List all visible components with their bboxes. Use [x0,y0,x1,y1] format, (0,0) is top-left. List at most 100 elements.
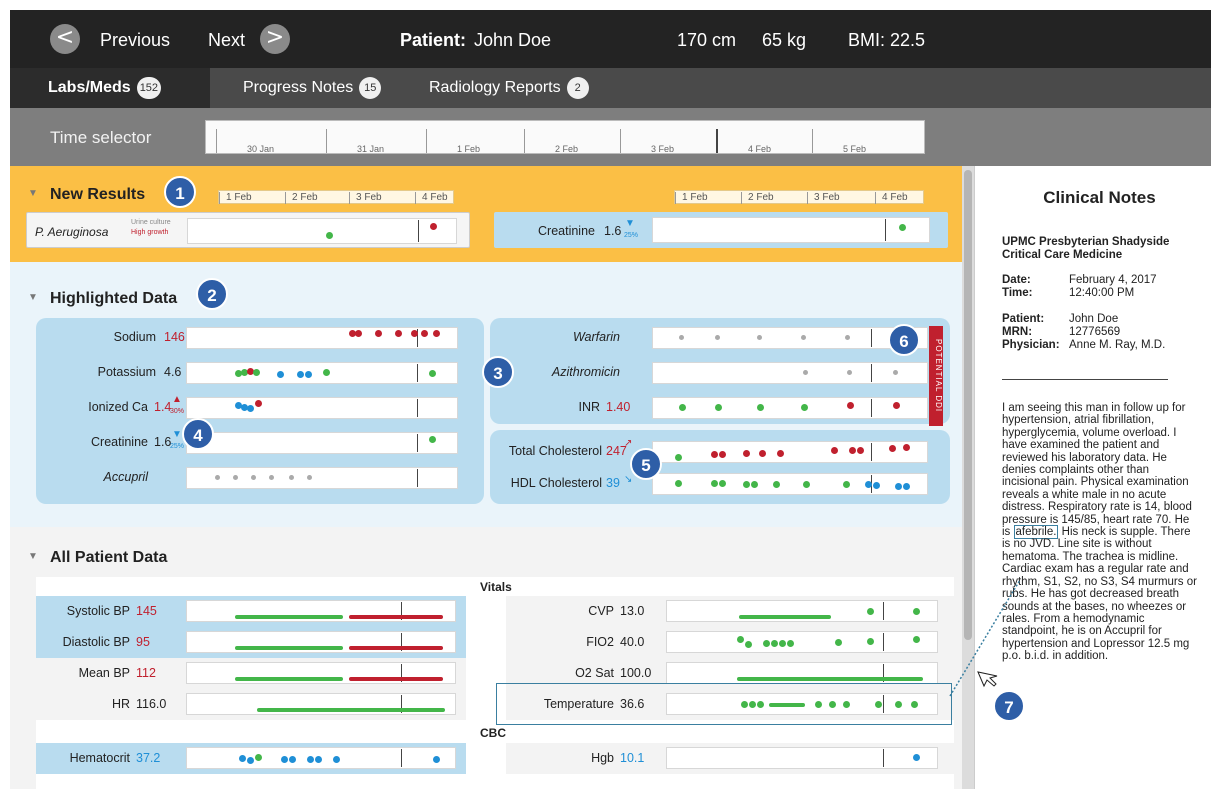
all-row-cvp[interactable]: CVP 13.0 [506,596,954,627]
highlighted-row-inr[interactable]: INR 1.40 [490,394,950,420]
all-row-hematocrit[interactable]: Hematocrit 37.2 [36,743,466,774]
all-row-systolic-bp[interactable]: Systolic BP 145 [36,596,466,627]
vertical-scrollbar[interactable] [962,166,974,789]
row-name: Creatinine [538,224,595,238]
previous-icon[interactable]: < [50,24,80,54]
data-point [215,475,220,480]
row-name: O2 Sat [575,666,614,680]
axis-tick: 4 Feb [415,192,448,204]
data-point [253,369,260,376]
row-value: 100.0 [620,666,652,680]
row-name: HR [111,697,130,711]
data-point [801,404,808,411]
data-point [247,405,254,412]
all-row-hgb[interactable]: Hgb 10.1 [506,743,954,774]
time-tick: 5 Feb [812,129,866,154]
row-name: Mean BP [78,666,130,680]
row-change: 25% [624,232,639,239]
time-selector-bar: Time selector 30 Jan 31 Jan 1 Feb 2 Feb … [10,108,1211,166]
highlighted-row-ionized-ca[interactable]: Ionized Ca 1.4 ▲ 30% [36,394,484,420]
data-point [719,480,726,487]
data-point [857,447,864,454]
row-track [186,362,458,384]
data-point [675,480,682,487]
row-value: 1.6 [604,224,622,238]
data-point [323,369,330,376]
result-row-creatinine[interactable]: Creatinine 1.6 ▼ 25% [494,212,948,248]
data-point [679,404,686,411]
highlighted-row-hdl-cholesterol[interactable]: HDL Cholesterol 39 ↘ [490,470,950,496]
axis-tick: 1 Feb [219,192,252,204]
all-row-hr[interactable]: HR 116.0 [36,689,466,720]
data-point [743,450,750,457]
row-name: Ionized Ca [88,400,148,414]
top-bar: < Previous Next > Patient: John Doe 170 … [10,10,1211,68]
time-tick: 31 Jan [326,129,384,154]
collapse-triangle-icon[interactable]: ▼ [28,551,38,562]
highlighted-row-total-cholesterol[interactable]: Total Cholesterol 247 ↗ [490,438,950,464]
previous-button[interactable]: Previous [100,30,170,51]
data-point [803,370,808,375]
row-value: 13.0 [620,604,645,618]
highlighted-row-azithromicin[interactable]: Azithromicin [490,359,950,385]
row-name: FIO2 [586,635,614,649]
highlighted-term[interactable]: afebrile. [1013,525,1059,540]
row-track [652,397,928,419]
data-point [759,450,766,457]
all-row-fio2[interactable]: FIO2 40.0 [506,627,954,658]
highlighted-row-accupril[interactable]: Accupril [36,464,484,490]
next-icon[interactable]: > [260,24,290,54]
down-triangle-icon: ▼ [625,218,635,229]
temperature-highlight-box [496,683,952,725]
row-value: 39 [606,476,620,490]
time-tick: 4 Feb [716,129,771,154]
data-band [235,677,343,681]
data-point [433,330,440,337]
collapse-triangle-icon[interactable]: ▼ [28,188,38,199]
time-tick: 30 Jan [216,129,274,154]
data-point [251,475,256,480]
highlighted-row-creatinine[interactable]: Creatinine 1.6 ▼ 25% [36,429,484,455]
date-label: Date: [1002,274,1031,286]
data-point [903,444,910,451]
current-time-line [871,399,872,417]
collapse-triangle-icon[interactable]: ▼ [28,292,38,303]
cbc-header: CBC [480,726,506,740]
data-point [289,475,294,480]
highlighted-row-warfarin[interactable]: Warfarin [490,324,950,350]
row-track [186,327,458,349]
data-point [277,371,284,378]
current-time-line [418,220,419,242]
data-point [429,436,436,443]
row-value: 95 [136,635,150,649]
all-row-mean-bp[interactable]: Mean BP 112 [36,658,466,689]
tab-progress-notes[interactable]: Progress Notes 15 [243,68,382,108]
row-note: High growth [131,229,169,236]
tab-labs-meds[interactable]: Labs/Meds 152 [10,68,210,108]
data-point [843,481,850,488]
tab-radiology-reports[interactable]: Radiology Reports 2 [429,68,589,108]
result-row-p-aeruginosa[interactable]: P. Aeruginosa Urine culture High growth [26,212,470,248]
current-time-line [401,749,402,767]
all-row-diastolic-bp[interactable]: Diastolic BP 95 [36,627,466,658]
time-selector-slider[interactable]: 30 Jan 31 Jan 1 Feb 2 Feb 3 Feb 4 Feb 5 … [205,120,925,154]
row-name: Warfarin [572,330,620,344]
data-point [679,335,684,340]
next-button[interactable]: Next [208,30,245,51]
potential-ddi-badge[interactable]: POTENTIAL DDI [929,326,943,426]
highlighted-row-sodium[interactable]: Sodium 146 [36,324,484,350]
axis-tick: 3 Feb [349,192,382,204]
row-track [652,217,930,243]
scrollbar-thumb[interactable] [964,170,972,640]
data-point [745,641,752,648]
axis-tick: 3 Feb [807,192,840,204]
data-point [429,370,436,377]
data-point [719,451,726,458]
highlighted-row-potassium[interactable]: Potassium 4.6 [36,359,484,385]
data-point [899,224,906,231]
marker-badge: 2 [196,278,228,310]
trend-down-icon: ↘ [624,474,633,485]
row-value: 37.2 [136,751,161,765]
patient-value: John Doe [1069,313,1119,325]
row-name: Systolic BP [66,604,130,618]
